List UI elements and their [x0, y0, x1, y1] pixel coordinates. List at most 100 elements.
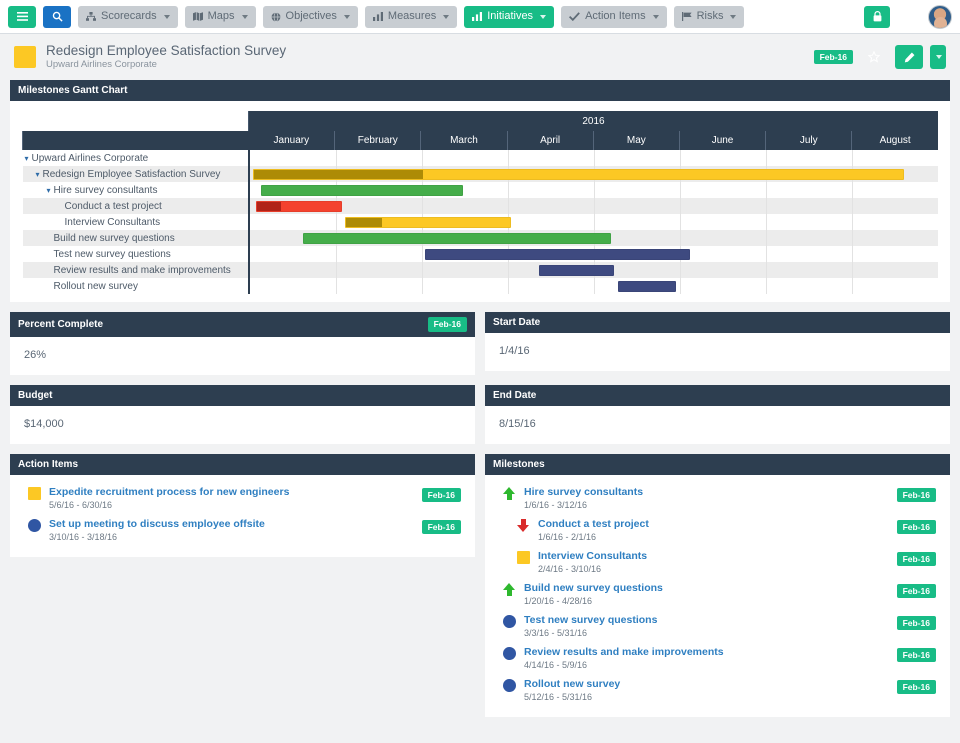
gantt-row[interactable]: ▾Rollout new survey	[22, 278, 938, 294]
gantt-row-label-cell: ▾Conduct a test project	[22, 198, 250, 214]
list-item-title[interactable]: Interview Consultants	[538, 550, 897, 563]
gantt-bar-progress	[346, 218, 383, 227]
list-item-period-badge[interactable]: Feb-16	[896, 615, 936, 630]
start-date-header: Start Date	[485, 312, 950, 333]
lock-button[interactable]	[864, 5, 890, 28]
action-items-column: Action Items Expedite recruitment proces…	[10, 453, 475, 727]
gantt-bar[interactable]	[617, 281, 677, 292]
list-item-title[interactable]: Expedite recruitment process for new eng…	[49, 486, 422, 499]
list-item[interactable]: Test new survey questions 3/3/16 - 5/31/1…	[495, 611, 940, 643]
chevron-down-icon[interactable]: ▾	[36, 170, 40, 179]
period-badge[interactable]: Feb-16	[813, 49, 853, 65]
list-item-title[interactable]: Build new survey questions	[524, 582, 897, 595]
nav-label: Risks	[696, 10, 724, 22]
nav-item-risks[interactable]: Risks	[673, 5, 745, 28]
gantt-row[interactable]: ▾Conduct a test project	[22, 198, 938, 214]
list-item-title[interactable]: Conduct a test project	[538, 518, 897, 531]
list-item-dates: 5/6/16 - 6/30/16	[49, 499, 113, 510]
list-item[interactable]: Review results and make improvements 4/14…	[495, 643, 940, 675]
list-item-period-badge[interactable]: Feb-16	[896, 679, 936, 694]
gantt-gridline	[507, 150, 509, 166]
gantt-row[interactable]: ▾Review results and make improvements	[22, 262, 939, 278]
list-item-period-badge[interactable]: Feb-16	[896, 519, 936, 534]
list-item-period-badge[interactable]: Feb-16	[896, 647, 936, 662]
gantt-row-label-cell: ▾Interview Consultants	[22, 214, 250, 230]
gantt-bar[interactable]	[425, 249, 691, 260]
nav-item-initiatives[interactable]: Initiatives	[464, 5, 555, 28]
gantt-row[interactable]: ▾Test new survey questions	[22, 246, 938, 262]
nav-label: Action Items	[585, 10, 646, 22]
edit-button[interactable]	[895, 45, 923, 69]
nav-label: Measures	[387, 10, 437, 22]
list-item-period-badge[interactable]: Feb-16	[896, 583, 936, 598]
list-item-title[interactable]: Review results and make improvements	[524, 646, 897, 659]
gantt-corner-blank	[22, 111, 249, 131]
gantt-gridline	[679, 230, 681, 246]
end-date-column: End Date 8/15/16	[485, 384, 950, 454]
list-item[interactable]: Rollout new survey 5/12/16 - 5/31/16 Feb-1…	[495, 675, 940, 707]
nav-item-objectives[interactable]: Objectives	[262, 5, 358, 28]
nav-label: Initiatives	[487, 10, 534, 22]
list-item-title[interactable]: Set up meeting to discuss employee offsi…	[49, 518, 422, 531]
list-item-title[interactable]: Hire survey consultants	[524, 486, 897, 499]
nav-item-action-items[interactable]: Action Items	[561, 5, 667, 28]
gantt-row-label-cell: ▾Rollout new survey	[22, 278, 250, 294]
list-item[interactable]: Hire survey consultants 1/6/16 - 3/12/16 F…	[495, 483, 940, 515]
list-item-period-badge[interactable]: Feb-16	[896, 487, 936, 502]
gantt-row-label-cell: ▾ Redesign Employee Satisfaction Survey	[22, 166, 250, 182]
avatar[interactable]	[928, 4, 952, 29]
list-item-dates: 5/12/16 - 5/31/16	[524, 691, 593, 702]
gantt-bar[interactable]	[538, 265, 615, 276]
gantt-bar[interactable]	[260, 185, 463, 196]
gantt-row[interactable]: ▾Build new survey questions	[22, 230, 938, 246]
list-item-text: Interview Consultants 2/4/16 - 3/10/16	[538, 550, 897, 575]
help-button[interactable]: ?	[896, 6, 922, 28]
gantt-bar[interactable]	[302, 233, 611, 244]
favorite-button[interactable]	[860, 45, 888, 69]
gantt-track	[250, 262, 939, 278]
list-item-title[interactable]: Test new survey questions	[524, 614, 897, 627]
gantt-chart: 2016 January February March April May June Jul…	[10, 101, 950, 302]
gantt-bar[interactable]	[252, 169, 904, 180]
list-item-text: Rollout new survey 5/12/16 - 5/31/16	[524, 678, 897, 703]
percent-complete-title: Percent Complete	[18, 318, 104, 330]
milestones-panel: Milestones Hire survey consultants 1/6/16…	[485, 453, 950, 717]
gantt-gridline	[593, 150, 595, 166]
edit-dropdown-button[interactable]	[930, 45, 946, 69]
list-item[interactable]: Interview Consultants 2/4/16 - 3/10/16 Feb…	[495, 547, 940, 579]
gantt-row-label-text: Hire survey consultants	[53, 184, 158, 196]
percent-complete-value: 26%	[24, 348, 47, 361]
start-date-panel: Start Date 1/4/16	[485, 312, 950, 371]
gantt-gridline	[507, 278, 509, 294]
list-item[interactable]: Set up meeting to discuss employee offsi…	[20, 515, 465, 547]
list-item-period-badge[interactable]: Feb-16	[421, 519, 461, 534]
chevron-down-icon[interactable]: ▾	[47, 186, 51, 195]
list-item-dates: 1/6/16 - 2/1/16	[538, 531, 597, 542]
list-item[interactable]: Expedite recruitment process for new eng…	[20, 483, 465, 515]
red-down-arrow-status-icon	[517, 518, 530, 532]
chevron-down-icon[interactable]: ▾	[25, 154, 29, 163]
list-item-period-badge[interactable]: Feb-16	[421, 487, 461, 502]
gantt-bar[interactable]	[345, 217, 512, 228]
objectives-icon	[271, 11, 280, 22]
list-item[interactable]: Build new survey questions 1/20/16 - 4/28…	[495, 579, 940, 611]
gantt-track	[250, 166, 939, 182]
gantt-row[interactable]: ▾Interview Consultants	[22, 214, 938, 230]
nav-item-maps[interactable]: Maps	[184, 5, 256, 28]
page-title: Redesign Employee Satisfaction Survey	[46, 43, 287, 58]
nav-item-measures[interactable]: Measures	[364, 5, 458, 28]
budget-panel: Budget $14,000	[10, 384, 475, 444]
percent-complete-badge[interactable]: Feb-16	[427, 317, 467, 332]
list-item-period-badge[interactable]: Feb-16	[896, 551, 936, 566]
list-item[interactable]: Conduct a test project 1/6/16 - 2/1/16 Feb…	[495, 515, 940, 547]
gantt-row-label-cell: ▾ Upward Airlines Corporate	[22, 150, 250, 166]
gantt-row[interactable]: ▾ Redesign Employee Satisfaction Survey	[22, 166, 939, 182]
list-item-title[interactable]: Rollout new survey	[524, 678, 897, 691]
gantt-row[interactable]: ▾ Hire survey consultants	[22, 182, 938, 198]
nav-item-scorecards[interactable]: Scorecards	[78, 5, 178, 28]
gantt-gridline	[851, 246, 853, 262]
search-button[interactable]	[43, 5, 71, 28]
hamburger-menu-button[interactable]	[8, 5, 36, 28]
gantt-bar[interactable]	[256, 201, 343, 212]
gantt-row[interactable]: ▾ Upward Airlines Corporate	[22, 150, 938, 166]
